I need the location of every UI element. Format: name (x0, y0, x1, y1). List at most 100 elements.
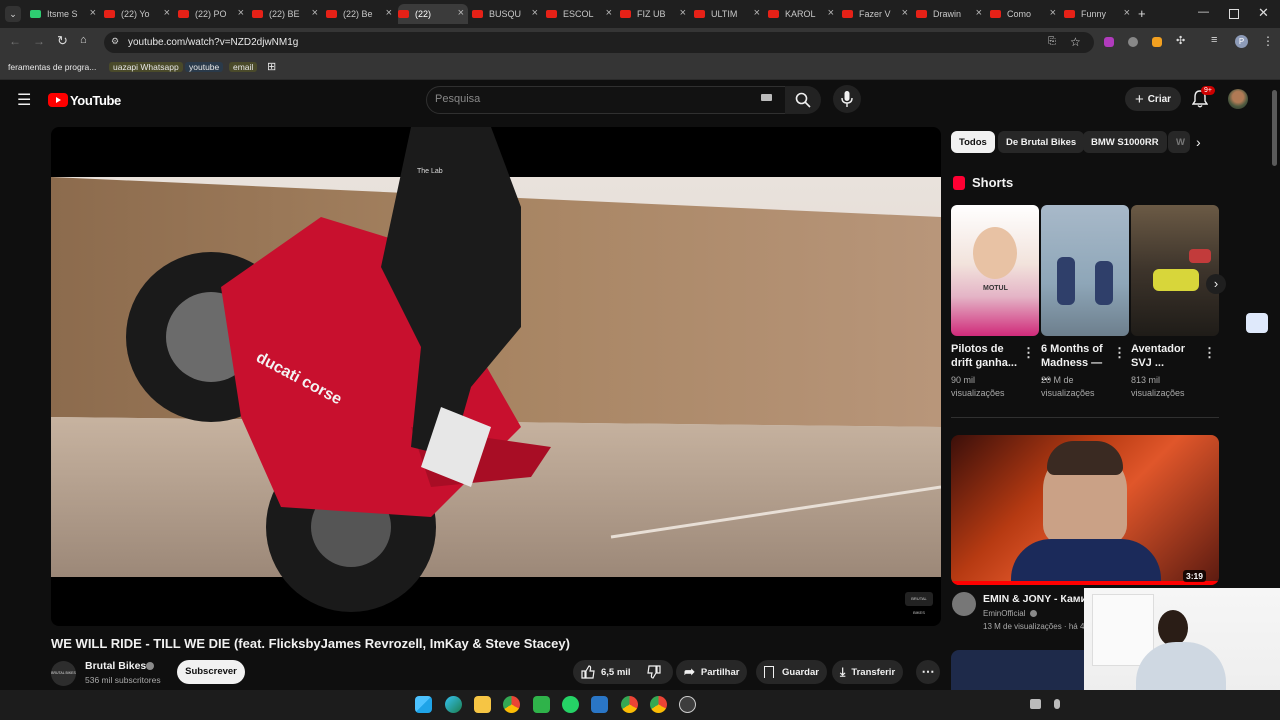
extension-icon[interactable] (1104, 37, 1114, 47)
dislike-button[interactable] (639, 660, 673, 684)
chrome-profile-icon[interactable] (621, 696, 638, 713)
tray-mic-icon[interactable] (1054, 699, 1060, 709)
minimize-window-button[interactable]: — (1198, 6, 1209, 18)
browser-tab[interactable]: Fazer V × (842, 4, 912, 24)
reload-icon[interactable]: ↻ (57, 33, 68, 49)
browser-tab[interactable]: BUSQU × (472, 4, 542, 24)
short-menu-icon-2[interactable]: ⋮ (1113, 345, 1126, 361)
tab-close-icon[interactable]: × (386, 7, 392, 19)
forward-icon[interactable]: → (33, 34, 45, 48)
notifications-button[interactable]: 9+ (1191, 86, 1215, 110)
vscode-icon[interactable] (591, 696, 608, 713)
recommended-title[interactable]: EMIN & JONY - Камин (983, 593, 1093, 605)
maximize-window-button[interactable] (1229, 9, 1239, 19)
share-button[interactable]: ➦ Partilhar (676, 660, 748, 684)
extension-icon[interactable] (1128, 37, 1138, 47)
youtube-logo[interactable]: YouTube (48, 92, 121, 108)
bookmark-item[interactable]: uazapi Whatsapp (109, 62, 183, 72)
tab-close-icon[interactable]: × (976, 7, 982, 19)
short-thumbnail-1[interactable]: MOTUL (951, 205, 1039, 336)
tab-close-icon[interactable]: × (90, 7, 96, 19)
tab-close-icon[interactable]: × (458, 7, 464, 19)
hamburger-menu-icon[interactable]: ☰ (17, 90, 31, 110)
channel-name[interactable]: Brutal Bikes (85, 660, 146, 672)
tab-close-icon[interactable]: × (1124, 7, 1130, 19)
close-window-button[interactable]: ✕ (1258, 5, 1269, 21)
browser-tab[interactable]: (22) PO × (178, 4, 248, 24)
keyboard-icon[interactable] (761, 94, 772, 101)
tab-close-icon[interactable]: × (532, 7, 538, 19)
short-title-3[interactable]: Aventador SVJ ... (1131, 342, 1203, 370)
recommended-channel-avatar[interactable] (952, 592, 976, 616)
install-app-icon[interactable]: ⎘ (1048, 36, 1056, 47)
browser-tab[interactable]: FIZ UB × (620, 4, 690, 24)
tab-close-icon[interactable]: × (828, 7, 834, 19)
download-button[interactable]: ⤓ Transferir (832, 660, 904, 684)
tab-close-icon[interactable]: × (1050, 7, 1056, 19)
extension-icon[interactable] (1152, 37, 1162, 47)
bookmark-star-icon[interactable]: ☆ (1070, 35, 1081, 49)
profile-avatar[interactable]: P (1235, 35, 1248, 48)
tab-close-icon[interactable]: × (754, 7, 760, 19)
site-info-icon[interactable]: ⚙ (111, 36, 119, 47)
search-button[interactable] (785, 86, 821, 114)
short-thumbnail-2[interactable] (1041, 205, 1129, 336)
chip-bmw[interactable]: BMW S1000RR (1083, 131, 1167, 153)
tab-close-icon[interactable]: × (238, 7, 244, 19)
chip-all[interactable]: Todos (951, 131, 995, 153)
browser-tab[interactable]: (22) BE × (252, 4, 322, 24)
more-actions-button[interactable]: ⋯ (916, 660, 940, 684)
address-bar[interactable]: ⚙ youtube.com/watch?v=NZD2djwNM1g ⎘ ☆ (104, 32, 1094, 53)
browser-tab[interactable]: Itsme S × (30, 4, 100, 24)
short-menu-icon-3[interactable]: ⋮ (1203, 345, 1216, 361)
tab-search-button[interactable]: ⌄ (5, 6, 21, 22)
short-thumbnail-3[interactable] (1131, 205, 1219, 336)
subscribe-button[interactable]: Subscrever (177, 660, 245, 684)
voice-search-button[interactable] (833, 85, 861, 113)
recommended-thumbnail[interactable]: 3:19 (951, 435, 1219, 585)
browser-tab[interactable]: (22) × (398, 4, 468, 24)
shorts-next-button[interactable]: › (1206, 274, 1226, 294)
file-explorer-icon[interactable] (474, 696, 491, 713)
page-scrollbar[interactable] (1272, 90, 1277, 166)
chips-next-button[interactable]: › (1196, 134, 1201, 150)
settings-icon[interactable] (679, 696, 696, 713)
chip-channel[interactable]: De Brutal Bikes (998, 131, 1085, 153)
bookmark-item[interactable]: youtube (185, 62, 224, 72)
browser-tab[interactable]: (22) Be × (326, 4, 396, 24)
channel-avatar[interactable]: BRUTAL BIKES (51, 661, 76, 686)
account-avatar[interactable] (1228, 89, 1248, 109)
tab-close-icon[interactable]: × (312, 7, 318, 19)
browser-menu-icon[interactable]: ⋮ (1262, 34, 1274, 48)
browser-tab[interactable]: ULTIM × (694, 4, 764, 24)
apps-grid-icon[interactable]: ⊞ (267, 60, 276, 73)
media-control-icon[interactable]: ≡ (1211, 34, 1217, 46)
browser-tab[interactable]: KAROL × (768, 4, 838, 24)
browser-tab[interactable]: Como × (990, 4, 1060, 24)
browser-tab[interactable]: (22) Yo × (104, 4, 174, 24)
new-tab-button[interactable]: + (1138, 6, 1146, 21)
short-menu-icon-1[interactable]: ⋮ (1022, 345, 1035, 361)
back-icon[interactable]: ← (9, 34, 21, 48)
chip-more[interactable]: W (1168, 131, 1190, 153)
edge-icon[interactable] (445, 696, 462, 713)
recommended-channel[interactable]: EminOfficial (983, 609, 1026, 618)
chrome-icon[interactable] (503, 696, 520, 713)
chrome-profile-icon[interactable] (650, 696, 667, 713)
browser-tab[interactable]: Funny × (1064, 4, 1134, 24)
translate-widget-icon[interactable] (1246, 313, 1268, 333)
tab-close-icon[interactable]: × (164, 7, 170, 19)
browser-tab[interactable]: Drawin × (916, 4, 986, 24)
extensions-puzzle-icon[interactable]: ✣ (1176, 34, 1185, 47)
video-player[interactable]: ducati corse The Lab BRUTAL BIKES (51, 127, 941, 626)
tray-wifi-icon[interactable] (1030, 699, 1041, 709)
browser-tab[interactable]: ESCOL × (546, 4, 616, 24)
whatsapp-icon[interactable] (562, 696, 579, 713)
sheets-icon[interactable] (533, 696, 550, 713)
bookmark-item[interactable]: email (229, 62, 258, 72)
create-button[interactable]: + Criar (1125, 87, 1181, 111)
save-button[interactable]: Guardar (756, 660, 827, 684)
home-icon[interactable]: ⌂ (80, 34, 87, 46)
short-title-1[interactable]: Pilotos de drift ganha... (951, 342, 1023, 370)
search-box[interactable]: Pesquisa (426, 86, 786, 114)
